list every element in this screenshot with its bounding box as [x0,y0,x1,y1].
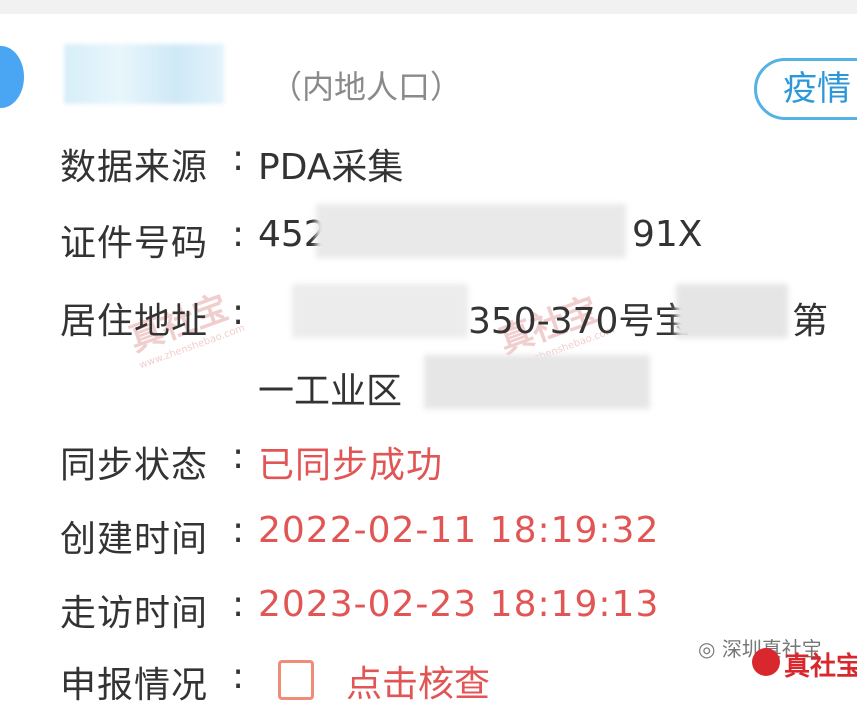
field-colon: : [232,214,245,255]
address-tail: 第 [792,301,829,342]
check-link[interactable]: 点击核查 [346,655,490,707]
visit-time-value: 2023-02-23 18:19:13 [258,584,660,625]
id-number-redacted [316,204,626,258]
top-bar [0,0,857,14]
sync-status-value: 已同步成功 [258,445,444,486]
created-time-value: 2022-02-11 18:19:32 [258,510,660,551]
document-icon[interactable] [278,660,314,700]
name-redacted [64,44,224,104]
field-label: 创建时间 [60,519,209,560]
brand-name: 真社宝 [784,652,857,682]
field-colon: : [232,138,245,179]
field-colon: : [232,436,245,477]
wechat-icon: ◎ [698,637,716,661]
data-source-value: PDA采集 [258,147,404,188]
field-label: 走访时间 [60,593,209,634]
field-label: 申报情况 [60,665,209,706]
field-colon: : [232,292,245,333]
field-label: 同步状态 [60,445,209,486]
field-colon: : [232,584,245,625]
id-number-end: 91X [632,214,703,255]
address-redacted [292,284,468,338]
field-colon: : [232,510,245,551]
avatar[interactable] [0,46,24,108]
field-label: 数据来源 [60,147,209,188]
field-label: 居住地址 [60,301,209,342]
brand-logo-icon [752,648,780,676]
address-redacted [424,355,650,409]
population-category: （内地人口） [270,68,463,106]
field-label: 证件号码 [60,223,209,264]
address-redacted [676,284,788,338]
address-line2: 一工业区 [258,371,403,412]
address-mid: 350-370号宝 [468,301,691,342]
epidemic-button[interactable]: 疫情 [754,58,857,120]
field-colon: : [232,656,245,697]
